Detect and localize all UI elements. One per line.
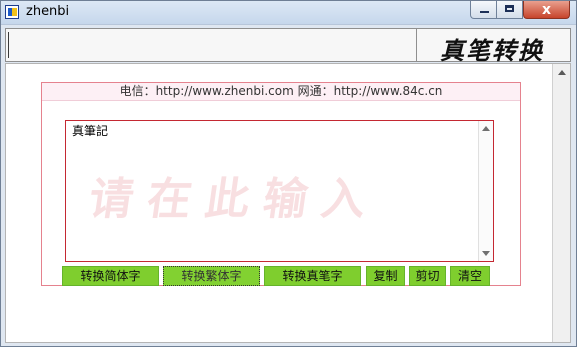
clear-button[interactable]: 清空 <box>450 266 490 286</box>
zhenbi-logo-text: 真笔转换 <box>440 36 544 65</box>
page-scrollbar[interactable] <box>552 64 570 342</box>
input-text-value[interactable]: 真筆記 <box>72 124 108 138</box>
convert-traditional-button[interactable]: 转换繁体字 <box>163 266 260 286</box>
minimize-icon <box>480 11 489 13</box>
minimize-button[interactable] <box>470 1 497 19</box>
copy-button[interactable]: 复制 <box>366 266 405 286</box>
converter-panel: 电信：http://www.zhenbi.com 网通：http://www.8… <box>41 82 521 286</box>
zhenbi-window: zhenbi x 真笔转换 电信：http://www.zhenbi.com 网… <box>0 0 577 347</box>
window-title: zhenbi <box>26 4 70 19</box>
browser-content-area: 电信：http://www.zhenbi.com 网通：http://www.8… <box>5 63 571 343</box>
app-icon <box>5 5 19 19</box>
scroll-up-arrow-icon[interactable] <box>482 126 490 131</box>
scroll-down-arrow-icon[interactable] <box>482 251 490 256</box>
text-input-area[interactable]: 请在此输入 真筆記 <box>65 120 494 262</box>
contact-links: 电信：http://www.zhenbi.com 网通：http://www.8… <box>42 83 520 101</box>
close-button[interactable]: x <box>523 1 570 19</box>
textarea-scrollbar[interactable] <box>478 121 493 261</box>
close-icon: x <box>542 2 552 18</box>
toolbar-divider <box>416 29 417 61</box>
convert-simplified-button[interactable]: 转换简体字 <box>62 266 159 286</box>
input-watermark: 请在此输入 <box>85 174 383 225</box>
toolbar: 真笔转换 <box>5 28 571 65</box>
maximize-icon <box>505 5 514 12</box>
scroll-up-arrow-icon[interactable] <box>558 70 566 75</box>
maximize-button[interactable] <box>496 1 523 19</box>
convert-brush-button[interactable]: 转换真笔字 <box>264 266 361 286</box>
window-titlebar[interactable]: zhenbi x <box>1 1 576 25</box>
cut-button[interactable]: 剪切 <box>409 266 446 286</box>
